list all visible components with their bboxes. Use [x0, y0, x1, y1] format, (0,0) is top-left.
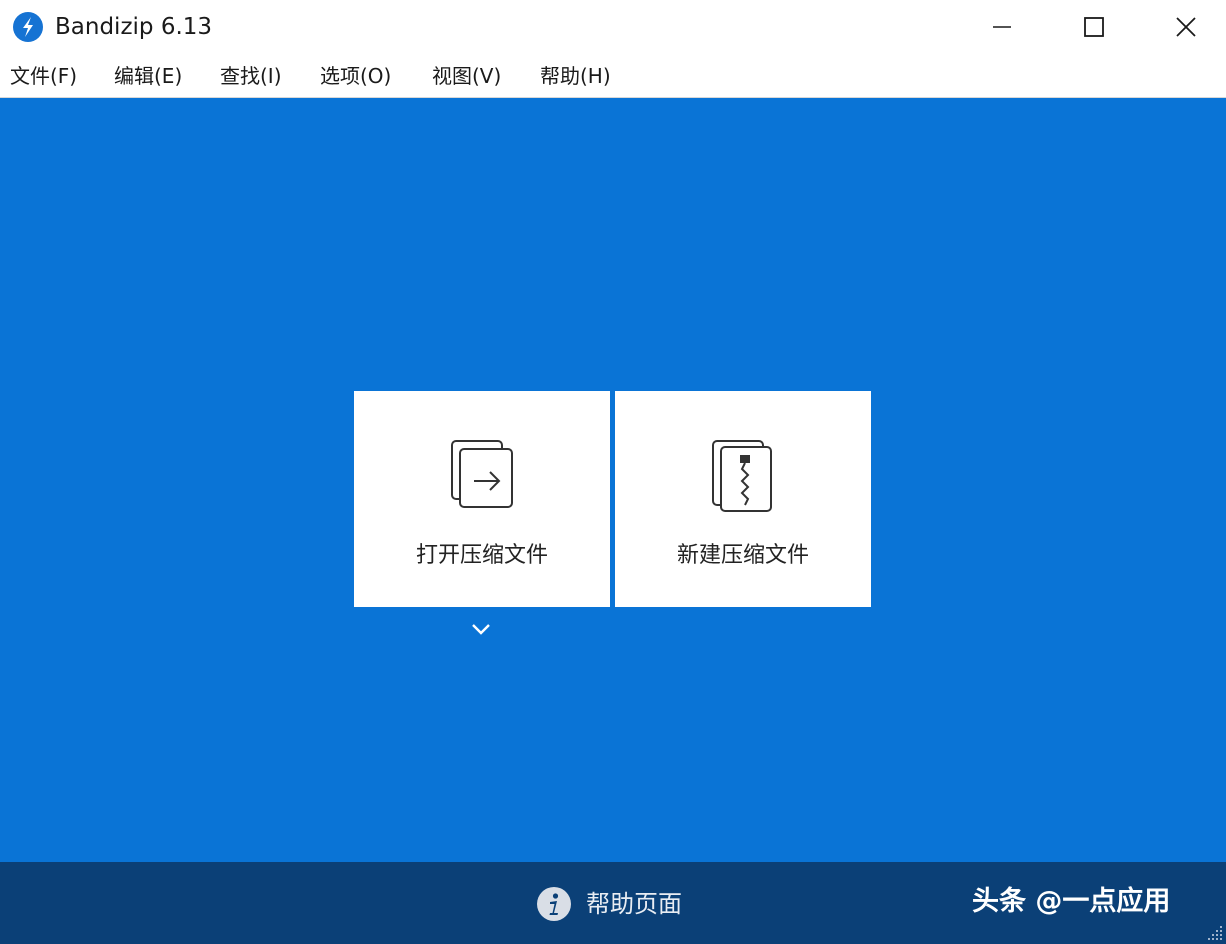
menu-file[interactable]: 文件(F)	[10, 62, 77, 90]
help-page-label: 帮助页面	[586, 890, 682, 918]
info-icon	[537, 887, 571, 921]
main-panel: 打开压缩文件 新建压缩文件	[0, 98, 1226, 862]
watermark-text: 头条 @一点应用	[972, 886, 1171, 917]
new-archive-label: 新建压缩文件	[676, 543, 809, 568]
menu-bar: 文件(F) 编辑(E) 查找(I) 选项(O) 视图(V) 帮助(H)	[0, 54, 1226, 98]
open-archive-button[interactable]: 打开压缩文件	[354, 391, 610, 607]
footer-bar: 帮助页面 头条 @一点应用	[0, 862, 1226, 944]
maximize-button[interactable]	[1048, 0, 1140, 54]
minimize-icon	[993, 26, 1011, 28]
minimize-button[interactable]	[956, 0, 1048, 54]
open-archive-icon	[451, 440, 513, 508]
resize-grip-icon[interactable]	[1206, 924, 1224, 942]
window-title: Bandizip 6.13	[55, 14, 213, 40]
bandizip-logo-icon	[13, 12, 43, 42]
menu-view[interactable]: 视图(V)	[432, 62, 501, 90]
close-button[interactable]	[1140, 0, 1226, 54]
menu-edit[interactable]: 编辑(E)	[114, 62, 182, 90]
close-icon	[1176, 17, 1196, 37]
menu-options[interactable]: 选项(O)	[320, 62, 391, 90]
help-page-link[interactable]: 帮助页面	[536, 884, 682, 924]
open-archive-label: 打开压缩文件	[415, 543, 548, 568]
zip-archive-icon	[712, 440, 772, 512]
bandizip-window: Bandizip 6.13 文件(F) 编辑(E) 查找(I) 选项(O) 视图…	[0, 0, 1226, 944]
chevron-down-icon[interactable]	[469, 620, 493, 638]
menu-help[interactable]: 帮助(H)	[540, 62, 611, 90]
new-archive-button[interactable]: 新建压缩文件	[615, 391, 871, 607]
title-bar[interactable]: Bandizip 6.13	[0, 0, 1226, 54]
maximize-icon	[1084, 17, 1104, 37]
menu-find[interactable]: 查找(I)	[220, 62, 282, 90]
